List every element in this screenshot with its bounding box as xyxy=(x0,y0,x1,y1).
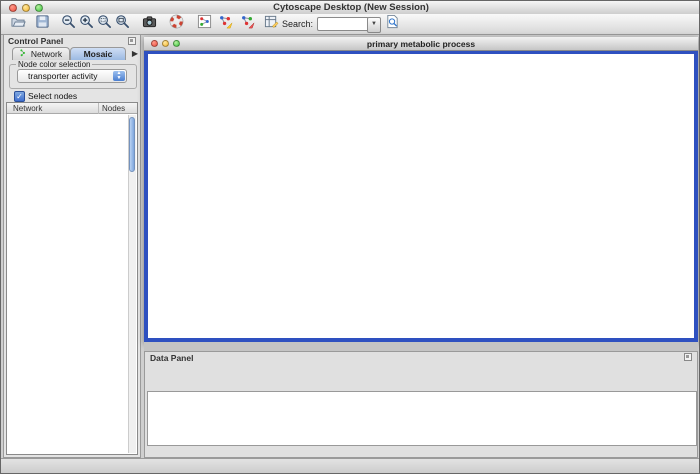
zoom-out-button[interactable] xyxy=(59,15,77,33)
control-panel: Control Panel Mosaic Network ▶ Node color… xyxy=(3,34,141,458)
open-folder-button[interactable] xyxy=(9,15,27,33)
node-color-dropdown-value: transporter activity xyxy=(28,71,97,81)
attribute-search-icon xyxy=(385,14,400,34)
zoom-fit-icon xyxy=(115,14,130,34)
open-folder-icon xyxy=(11,14,26,34)
dropdown-stepper-icon: ▲▼ xyxy=(113,71,125,81)
tree-column-nodes: Nodes xyxy=(102,104,125,113)
select-nodes-label: Select nodes xyxy=(28,91,77,101)
zoom-out-icon xyxy=(61,14,76,34)
node-color-dropdown[interactable]: transporter activity ▲▼ xyxy=(17,69,127,83)
network-tab-icon xyxy=(20,49,31,59)
data-panel: Data Panel xyxy=(144,351,698,458)
vizmapper-alt-button[interactable] xyxy=(238,15,256,33)
network-frame-button[interactable] xyxy=(195,15,213,33)
float-panel-icon[interactable] xyxy=(684,353,692,361)
vizmapper-icon xyxy=(218,14,233,34)
cytoscape-window: Cytoscape Desktop (New Session) Search: … xyxy=(0,0,700,474)
network-canvas[interactable] xyxy=(148,54,694,338)
network-view-title: primary metabolic process xyxy=(144,39,698,49)
tab-label: Network xyxy=(31,49,62,59)
snapshot-button[interactable] xyxy=(140,15,158,33)
tab-overflow-icon[interactable]: ▶ xyxy=(132,49,138,58)
vizmapper-alt-icon xyxy=(240,14,255,34)
control-panel-tabs: Mosaic Network ▶ xyxy=(6,47,138,61)
status-bar xyxy=(1,458,700,474)
network-tree: Network Nodes xyxy=(6,102,138,455)
panel-edit-icon xyxy=(264,14,279,34)
app-title: Cytoscape Desktop (New Session) xyxy=(1,2,700,13)
zoom-selected-icon xyxy=(97,14,112,34)
search-dropdown-arrow-icon[interactable]: ▼ xyxy=(367,17,381,33)
panel-edit-button[interactable] xyxy=(262,15,280,33)
app-titlebar: Cytoscape Desktop (New Session) xyxy=(1,1,700,15)
snapshot-icon xyxy=(142,14,157,34)
tree-column-divider xyxy=(98,103,99,114)
control-panel-header: Control Panel xyxy=(4,35,140,46)
tree-scrollbar-thumb[interactable] xyxy=(129,117,135,172)
zoom-selected-button[interactable] xyxy=(95,15,113,33)
tree-scrollbar[interactable] xyxy=(128,115,136,453)
node-color-selection-group: Node color selection transporter activit… xyxy=(9,64,137,89)
tree-column-network: Network xyxy=(13,104,42,113)
control-panel-title: Control Panel xyxy=(8,36,63,46)
search-input[interactable] xyxy=(317,17,369,31)
float-panel-icon[interactable] xyxy=(128,37,136,45)
data-panel-title: Data Panel xyxy=(150,353,193,363)
vizmapper-button[interactable] xyxy=(216,15,234,33)
zoom-in-icon xyxy=(79,14,94,34)
background-windows-strip xyxy=(144,342,698,351)
help-ring-icon xyxy=(169,14,184,34)
network-frame-icon xyxy=(197,14,212,34)
attribute-table xyxy=(147,391,697,446)
tab-label: Mosaic xyxy=(84,49,113,59)
save-icon xyxy=(35,14,50,34)
network-tree-header: Network Nodes xyxy=(7,103,137,114)
tab-mosaic[interactable]: Mosaic xyxy=(70,47,126,60)
node-color-selection-label: Node color selection xyxy=(16,60,92,69)
attribute-search-button[interactable] xyxy=(383,15,401,33)
select-nodes-checkbox[interactable]: ✓ xyxy=(14,91,25,102)
data-panel-toolbar xyxy=(145,363,697,391)
save-button[interactable] xyxy=(33,15,51,33)
zoom-in-button[interactable] xyxy=(77,15,95,33)
network-view-window: primary metabolic process xyxy=(144,37,698,342)
network-window-titlebar[interactable]: primary metabolic process xyxy=(144,37,698,51)
tab-network[interactable]: Network xyxy=(12,47,70,60)
search-label: Search: xyxy=(282,19,313,29)
help-ring-button[interactable] xyxy=(167,15,185,33)
main-toolbar: Search: ▼ xyxy=(1,14,700,35)
zoom-fit-button[interactable] xyxy=(113,15,131,33)
